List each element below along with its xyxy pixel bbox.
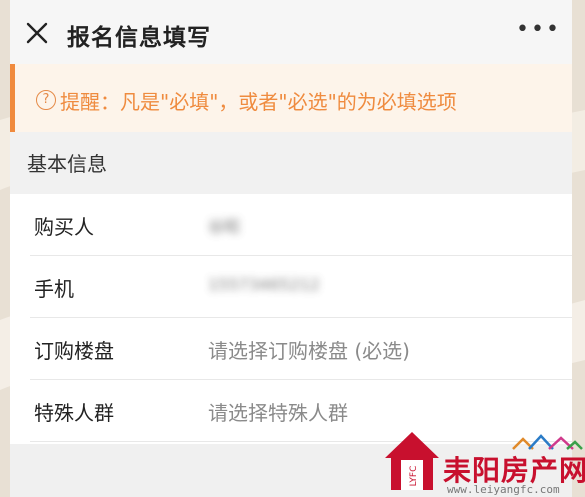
title-bar: 报名信息填写 •••	[10, 0, 572, 65]
more-options-button[interactable]: •••	[516, 19, 559, 44]
special-group-label: 特殊人群	[34, 401, 114, 425]
phone-label: 手机	[34, 277, 74, 301]
buyer-value[interactable]: 谷昭	[208, 213, 240, 237]
house-logo-icon: LYFC	[385, 432, 439, 490]
section-header: 基本信息	[10, 132, 572, 194]
page-title: 报名信息填写	[67, 25, 211, 51]
section-title: 基本信息	[27, 152, 107, 176]
notice-banner: ? 提醒：凡是"必填"，或者"必选"的为必填选项	[10, 64, 572, 132]
phone-value[interactable]: 15573465212	[208, 275, 320, 294]
notice-text: 提醒：凡是"必填"，或者"必选"的为必填选项	[60, 90, 457, 114]
close-icon	[26, 22, 48, 44]
close-button[interactable]	[24, 20, 50, 46]
special-group-select[interactable]: 请选择特殊人群	[208, 397, 348, 426]
form-row-phone[interactable]: 手机 15573465212	[10, 256, 572, 318]
property-label: 订购楼盘	[34, 339, 114, 363]
form-screen: 报名信息填写 ••• ? 提醒：凡是"必填"，或者"必选"的为必填选项 基本信息…	[10, 0, 572, 497]
watermark-logo: LYFC 耒阳房产网 www.leiyangfc.com	[383, 430, 585, 497]
watermark-url: www.leiyangfc.com	[447, 483, 560, 496]
form-row-property[interactable]: 订购楼盘 请选择订购楼盘 (必选)	[10, 318, 572, 380]
property-select[interactable]: 请选择订购楼盘 (必选)	[208, 335, 410, 364]
form-row-buyer[interactable]: 购买人 谷昭	[10, 194, 572, 256]
more-icon: •••	[516, 17, 561, 42]
question-circle-icon: ?	[36, 90, 56, 110]
buyer-label: 购买人	[34, 215, 94, 239]
watermark-badge: LYFC	[409, 466, 419, 487]
